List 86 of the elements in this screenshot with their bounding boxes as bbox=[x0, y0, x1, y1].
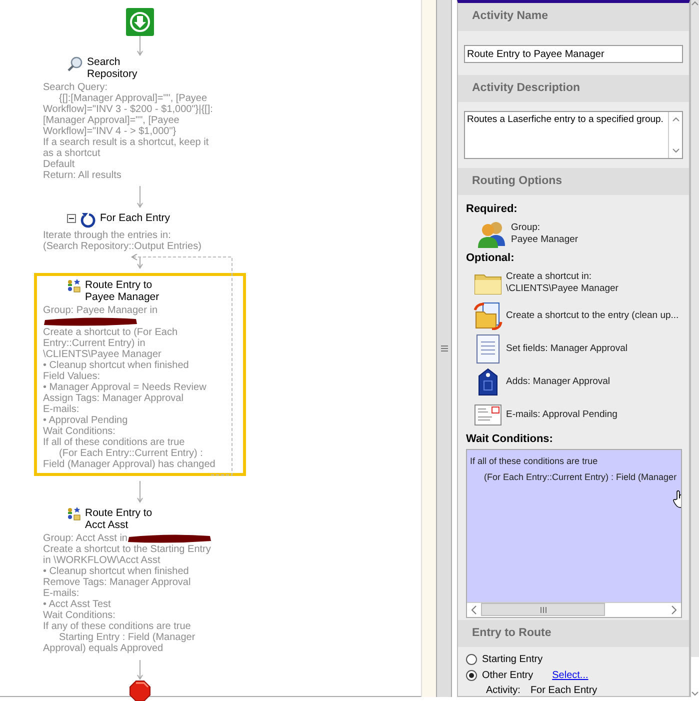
scroll-up-icon bbox=[691, 0, 699, 6]
activity-detail: • Approval Pending bbox=[43, 415, 128, 426]
description-text: Routes a Laserfiche entry to a specified group. bbox=[466, 112, 664, 127]
wait-conditions-label: Wait Conditions: bbox=[466, 432, 554, 448]
wait-condition: (For Each Entry::Current Entry) : Field (Manager bbox=[483, 470, 677, 484]
activity-detail: Field Values: bbox=[43, 371, 100, 382]
routing-option[interactable]: Create a shortcut in: \CLIENTS\Payee Manager bbox=[506, 270, 618, 295]
section-header: Activity Name bbox=[458, 3, 689, 31]
activity-detail: E-mails: bbox=[43, 404, 80, 416]
routing-option[interactable]: Create a shortcut to the entry (clean up... bbox=[506, 310, 679, 322]
routing-option[interactable]: Adds: Manager Approval bbox=[506, 376, 610, 388]
activity-detail: Group: Acct Asst in bbox=[43, 533, 128, 544]
activity-title[interactable]: Route Entry to Acct Asst bbox=[85, 507, 165, 532]
activity-detail: Starting Entry : Field (Manager Approval) equals Approved bbox=[43, 632, 196, 654]
scrollbar[interactable] bbox=[668, 112, 682, 158]
activity-detail: If a search result is a shortcut, keep it as a shortcut bbox=[43, 137, 210, 159]
activity-value: For Each Entry bbox=[530, 685, 598, 696]
scroll-down-icon bbox=[672, 148, 680, 154]
section-header: Routing Options bbox=[458, 168, 689, 196]
stop-icon bbox=[129, 680, 151, 701]
optional-label: Optional: bbox=[466, 250, 516, 266]
connector-arrow bbox=[136, 257, 144, 269]
activity-detail: • Acct Asst Test bbox=[43, 599, 111, 610]
activity-detail: (For Each Entry::Current Entry) : Field (Manager Approval) has changed bbox=[43, 448, 216, 470]
select-link[interactable]: Select... bbox=[552, 669, 588, 682]
radio-button[interactable] bbox=[466, 670, 477, 681]
scroll-up-icon bbox=[672, 116, 680, 122]
scroll-down-icon bbox=[691, 691, 699, 697]
wait-condition: If all of these conditions are true bbox=[470, 454, 598, 468]
document-icon bbox=[476, 334, 500, 364]
activity-detail: Iterate through the entries in: bbox=[43, 230, 171, 241]
activity-detail: Assign Tags: Manager Approval bbox=[43, 393, 184, 404]
activity-name-field[interactable]: Route Entry to Payee Manager bbox=[464, 45, 683, 64]
start-icon bbox=[126, 8, 154, 36]
activity-detail: Wait Conditions: bbox=[43, 610, 116, 622]
route-icon bbox=[67, 279, 81, 293]
connector-arrow bbox=[136, 186, 144, 208]
activity-detail: Create a shortcut to (For Each Entry::Current Entry) in \CLIENTS\Payee Manager bbox=[43, 327, 179, 360]
activity-title[interactable]: For Each Entry bbox=[100, 212, 170, 224]
tag-icon bbox=[477, 368, 499, 396]
activity-title[interactable]: Route Entry to Payee Manager bbox=[85, 279, 165, 303]
routing-option[interactable]: Group: Payee Manager bbox=[511, 222, 578, 246]
scroll-thumb[interactable] bbox=[481, 603, 605, 616]
selected-activity[interactable] bbox=[34, 273, 246, 476]
activity-detail: Search Query: bbox=[43, 82, 108, 93]
folder-arrows-icon bbox=[473, 302, 503, 330]
loop-icon bbox=[80, 212, 96, 228]
radio-label[interactable]: Starting Entry bbox=[482, 653, 543, 666]
radio-button[interactable] bbox=[466, 654, 477, 665]
activity-detail: • Manager Approval = Needs Review bbox=[43, 382, 206, 394]
section-header: Entry to Route bbox=[458, 620, 689, 647]
collapse-toggle[interactable] bbox=[67, 214, 76, 223]
connector-arrow bbox=[136, 36, 144, 56]
connector-arrow bbox=[136, 481, 144, 504]
radio-label[interactable]: Other Entry bbox=[482, 669, 534, 682]
activity-detail: Default bbox=[43, 159, 75, 170]
email-icon bbox=[474, 404, 502, 426]
connector-arrow bbox=[136, 660, 144, 680]
activity-description-field[interactable]: Routes a Laserfiche entry to a specified group. bbox=[464, 110, 683, 159]
activity-detail: • Cleanup shortcut when finished bbox=[43, 566, 189, 578]
splitter[interactable] bbox=[436, 0, 452, 697]
activity-detail: {[]:[Manager Approval]="", [Payee Workflow]="INV 3 - $200 - $1,000"}|{[]:[Manager Approval]="", [Payee Workflow]="INV 4 - > $1,000"} bbox=[43, 93, 214, 137]
activity-detail: • Cleanup shortcut when finished bbox=[43, 360, 189, 372]
activity-label: Activity: bbox=[486, 685, 520, 696]
search-icon bbox=[67, 56, 83, 72]
activity-detail: If any of these conditions are true bbox=[43, 621, 191, 632]
activity-detail: Return: All results bbox=[43, 170, 122, 181]
grip-icon bbox=[540, 606, 546, 613]
activity-detail: Create a shortcut to the Starting Entry in \WORKFLOW\Acct Asst bbox=[43, 544, 212, 566]
section-header: Activity Description bbox=[458, 74, 689, 102]
activity-detail: If all of these conditions are true bbox=[43, 437, 185, 448]
routing-option[interactable]: Set fields: Manager Approval bbox=[506, 342, 628, 355]
route-icon bbox=[67, 507, 81, 522]
activity-detail: Wait Conditions: bbox=[43, 426, 116, 438]
activity-detail: Group: Payee Manager in bbox=[43, 305, 158, 316]
vertical-scrollbar[interactable] bbox=[690, 0, 699, 697]
activity-detail: (Search Repository::Output Entries) bbox=[43, 241, 202, 252]
wait-conditions-list[interactable]: If all of these conditions are true (For Each Entry::Current Entry) : Field (Manager bbox=[466, 448, 682, 618]
people-icon bbox=[477, 220, 507, 248]
activity-detail: Remove Tags: Manager Approval bbox=[43, 577, 191, 588]
horizontal-scrollbar[interactable] bbox=[467, 602, 681, 617]
activity-title[interactable]: Search Repository bbox=[87, 56, 167, 80]
routing-option[interactable]: E-mails: Approval Pending bbox=[506, 408, 618, 421]
required-label: Required: bbox=[466, 202, 518, 218]
activity-detail: E-mails: bbox=[43, 588, 80, 600]
grip-icon bbox=[440, 345, 448, 352]
